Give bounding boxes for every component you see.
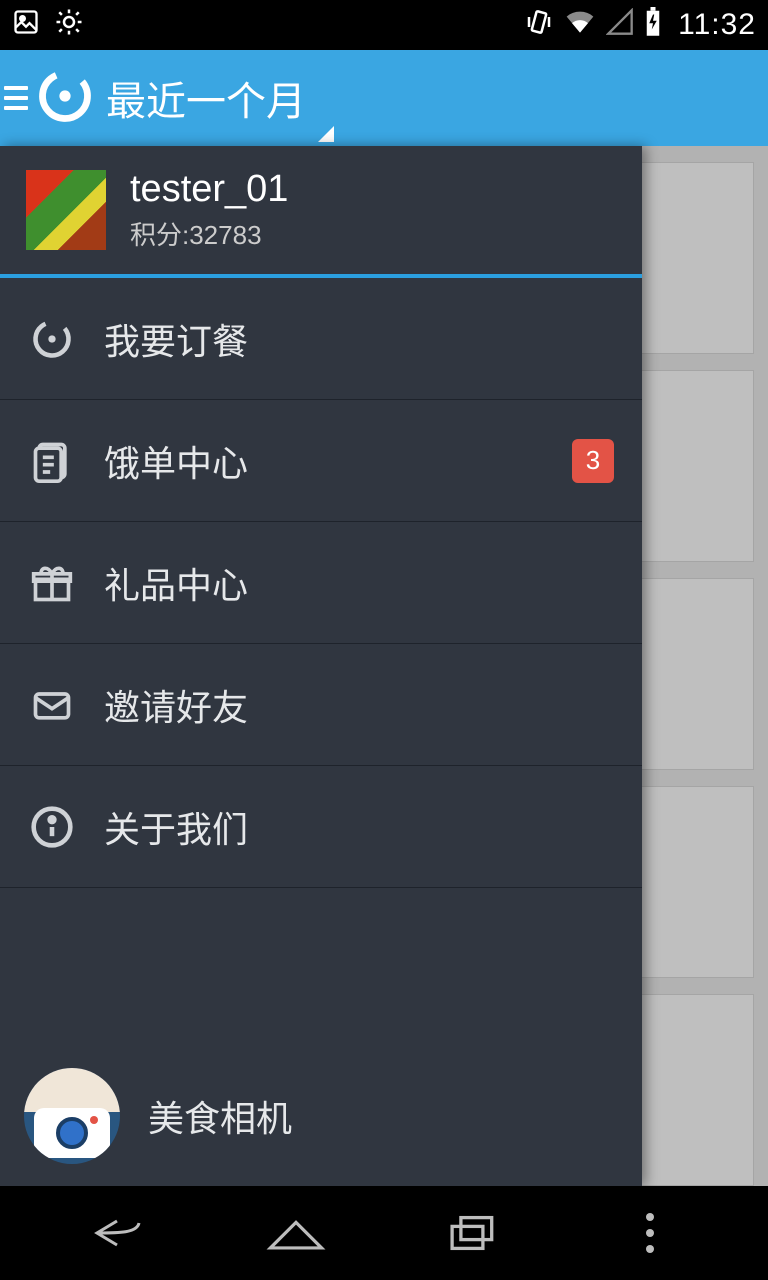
info-icon (28, 805, 76, 849)
food-camera-icon (24, 1068, 120, 1164)
menu-item-label: 我要订餐 (104, 313, 248, 365)
status-bar: 11:32 (0, 0, 768, 50)
order-icon (28, 317, 76, 361)
signal-icon (606, 8, 634, 43)
wifi-icon (564, 6, 596, 45)
app-logo-icon (38, 69, 92, 128)
menu-item-invite[interactable]: 邀请好友 (0, 644, 642, 766)
menu-item-label: 邀请好友 (104, 679, 248, 731)
profile-points: 积分:32783 (130, 215, 288, 252)
clipboard-icon (28, 439, 76, 483)
menu-item-order[interactable]: 我要订餐 (0, 278, 642, 400)
profile-section[interactable]: tester_01 积分:32783 (0, 146, 642, 274)
menu-list: 我要订餐 饿单中心 3 礼品中心 邀请好友 (0, 278, 642, 888)
notification-badge: 3 (572, 439, 614, 483)
system-nav-bar (0, 1186, 768, 1280)
recent-apps-button[interactable] (428, 1211, 518, 1255)
status-time: 11:32 (678, 8, 756, 42)
menu-item-label: 关于我们 (104, 801, 248, 853)
menu-item-about[interactable]: 关于我们 (0, 766, 642, 888)
menu-overflow-button[interactable] (605, 1213, 695, 1253)
battery-charging-icon (644, 7, 662, 44)
brightness-icon (54, 7, 84, 44)
food-camera-label: 美食相机 (148, 1090, 292, 1142)
page-title[interactable]: 最近一个月 (106, 69, 306, 127)
menu-item-food-camera[interactable]: 美食相机 (0, 1046, 642, 1186)
profile-username: tester_01 (130, 168, 288, 211)
home-button[interactable] (251, 1211, 341, 1255)
gift-icon (28, 561, 76, 605)
menu-item-gifts[interactable]: 礼品中心 (0, 522, 642, 644)
menu-item-label: 饿单中心 (104, 435, 248, 487)
content-area: tester_01 积分:32783 我要订餐 饿单中心 3 (0, 146, 768, 1186)
drawer-overlay[interactable] (642, 146, 768, 1186)
image-icon (12, 8, 40, 43)
vibrate-icon (524, 7, 554, 44)
dropdown-indicator-icon[interactable] (318, 126, 334, 142)
menu-item-orders-center[interactable]: 饿单中心 3 (0, 400, 642, 522)
menu-item-label: 礼品中心 (104, 557, 248, 609)
navigation-drawer: tester_01 积分:32783 我要订餐 饿单中心 3 (0, 146, 642, 1186)
avatar (26, 170, 106, 250)
back-button[interactable] (74, 1211, 164, 1255)
menu-button[interactable] (4, 86, 28, 110)
app-bar: 最近一个月 (0, 50, 768, 146)
mail-icon (28, 683, 76, 727)
